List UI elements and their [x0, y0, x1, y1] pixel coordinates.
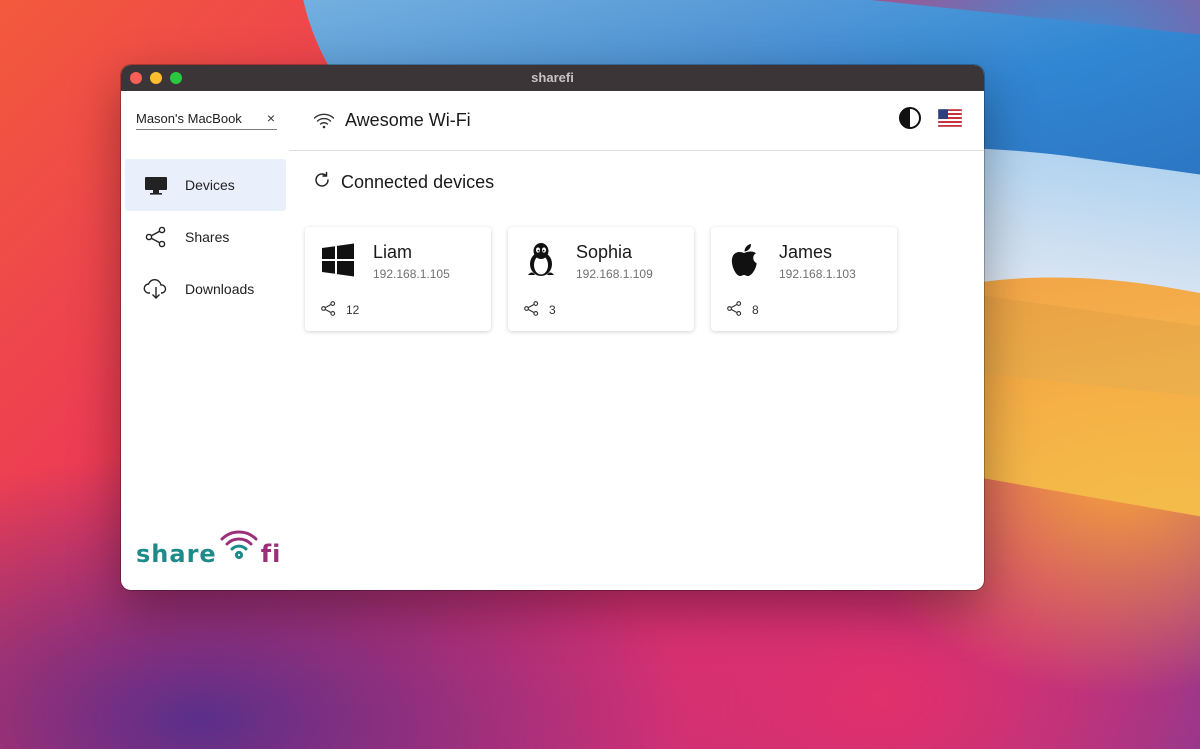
- device-name: Sophia: [576, 242, 633, 262]
- sidebar-nav: Devices Shares Downloads: [121, 159, 289, 315]
- device-name: Liam: [373, 242, 413, 262]
- share-icon: [523, 300, 540, 320]
- app-window: sharefi Mason's MacBook × Devices Shares…: [121, 65, 984, 590]
- share-icon: [726, 300, 743, 320]
- device-ip: 192.168.1.103: [779, 267, 856, 281]
- share-count: 8: [752, 303, 759, 317]
- sidebar: Mason's MacBook × Devices Shares Downloa…: [121, 91, 289, 590]
- device-card-liam[interactable]: Liam 192.168.1.105 12: [305, 227, 491, 331]
- clear-device-name-button[interactable]: ×: [267, 110, 277, 126]
- section-header: Connected devices: [313, 171, 984, 194]
- logo-wifi-icon: [219, 528, 259, 566]
- device-name: James: [779, 242, 833, 262]
- header-bar: Awesome Wi-Fi: [289, 91, 984, 151]
- wifi-icon: [313, 112, 335, 130]
- device-share-count: 8: [726, 300, 759, 320]
- window-title: sharefi: [531, 70, 574, 85]
- device-ip: 192.168.1.105: [373, 267, 450, 281]
- sidebar-item-shares[interactable]: Shares: [125, 211, 286, 263]
- title-bar: sharefi: [121, 65, 984, 91]
- device-name-field[interactable]: Mason's MacBook ×: [136, 107, 277, 130]
- device-card-sophia[interactable]: Sophia 192.168.1.109 3: [508, 227, 694, 331]
- logo-text-fi: fi: [260, 540, 282, 568]
- sidebar-item-label: Devices: [185, 177, 235, 193]
- windows-icon: [321, 243, 355, 277]
- linux-tux-icon: [524, 243, 558, 277]
- apple-icon: [727, 243, 761, 277]
- device-share-count: 12: [320, 300, 359, 320]
- main-content: Connected devices Liam 192.168.1.105 12 …: [289, 151, 984, 590]
- monitor-icon: [143, 175, 169, 195]
- share-icon: [320, 300, 337, 320]
- device-list: Liam 192.168.1.105 12 Sophia 192.168.1.1…: [305, 227, 984, 331]
- section-title: Connected devices: [341, 172, 495, 192]
- network-name: Awesome Wi-Fi: [345, 110, 471, 130]
- cloud-download-icon: [143, 278, 169, 300]
- sidebar-item-devices[interactable]: Devices: [125, 159, 286, 211]
- sidebar-item-label: Downloads: [185, 281, 255, 297]
- sidebar-item-label: Shares: [185, 229, 230, 245]
- sidebar-item-downloads[interactable]: Downloads: [125, 263, 286, 315]
- device-ip: 192.168.1.109: [576, 267, 653, 281]
- device-name-value: Mason's MacBook: [136, 110, 242, 126]
- theme-contrast-icon[interactable]: [898, 106, 922, 135]
- logo-text-share: share: [136, 540, 217, 568]
- refresh-icon[interactable]: [313, 171, 331, 194]
- us-flag-icon[interactable]: [937, 108, 963, 132]
- sharefi-logo: share fi: [136, 528, 281, 568]
- device-share-count: 3: [523, 300, 556, 320]
- device-card-james[interactable]: James 192.168.1.103 8: [711, 227, 897, 331]
- header-actions: [898, 106, 963, 135]
- share-count: 12: [346, 303, 360, 317]
- share-count: 3: [549, 303, 556, 317]
- share-icon: [143, 225, 169, 249]
